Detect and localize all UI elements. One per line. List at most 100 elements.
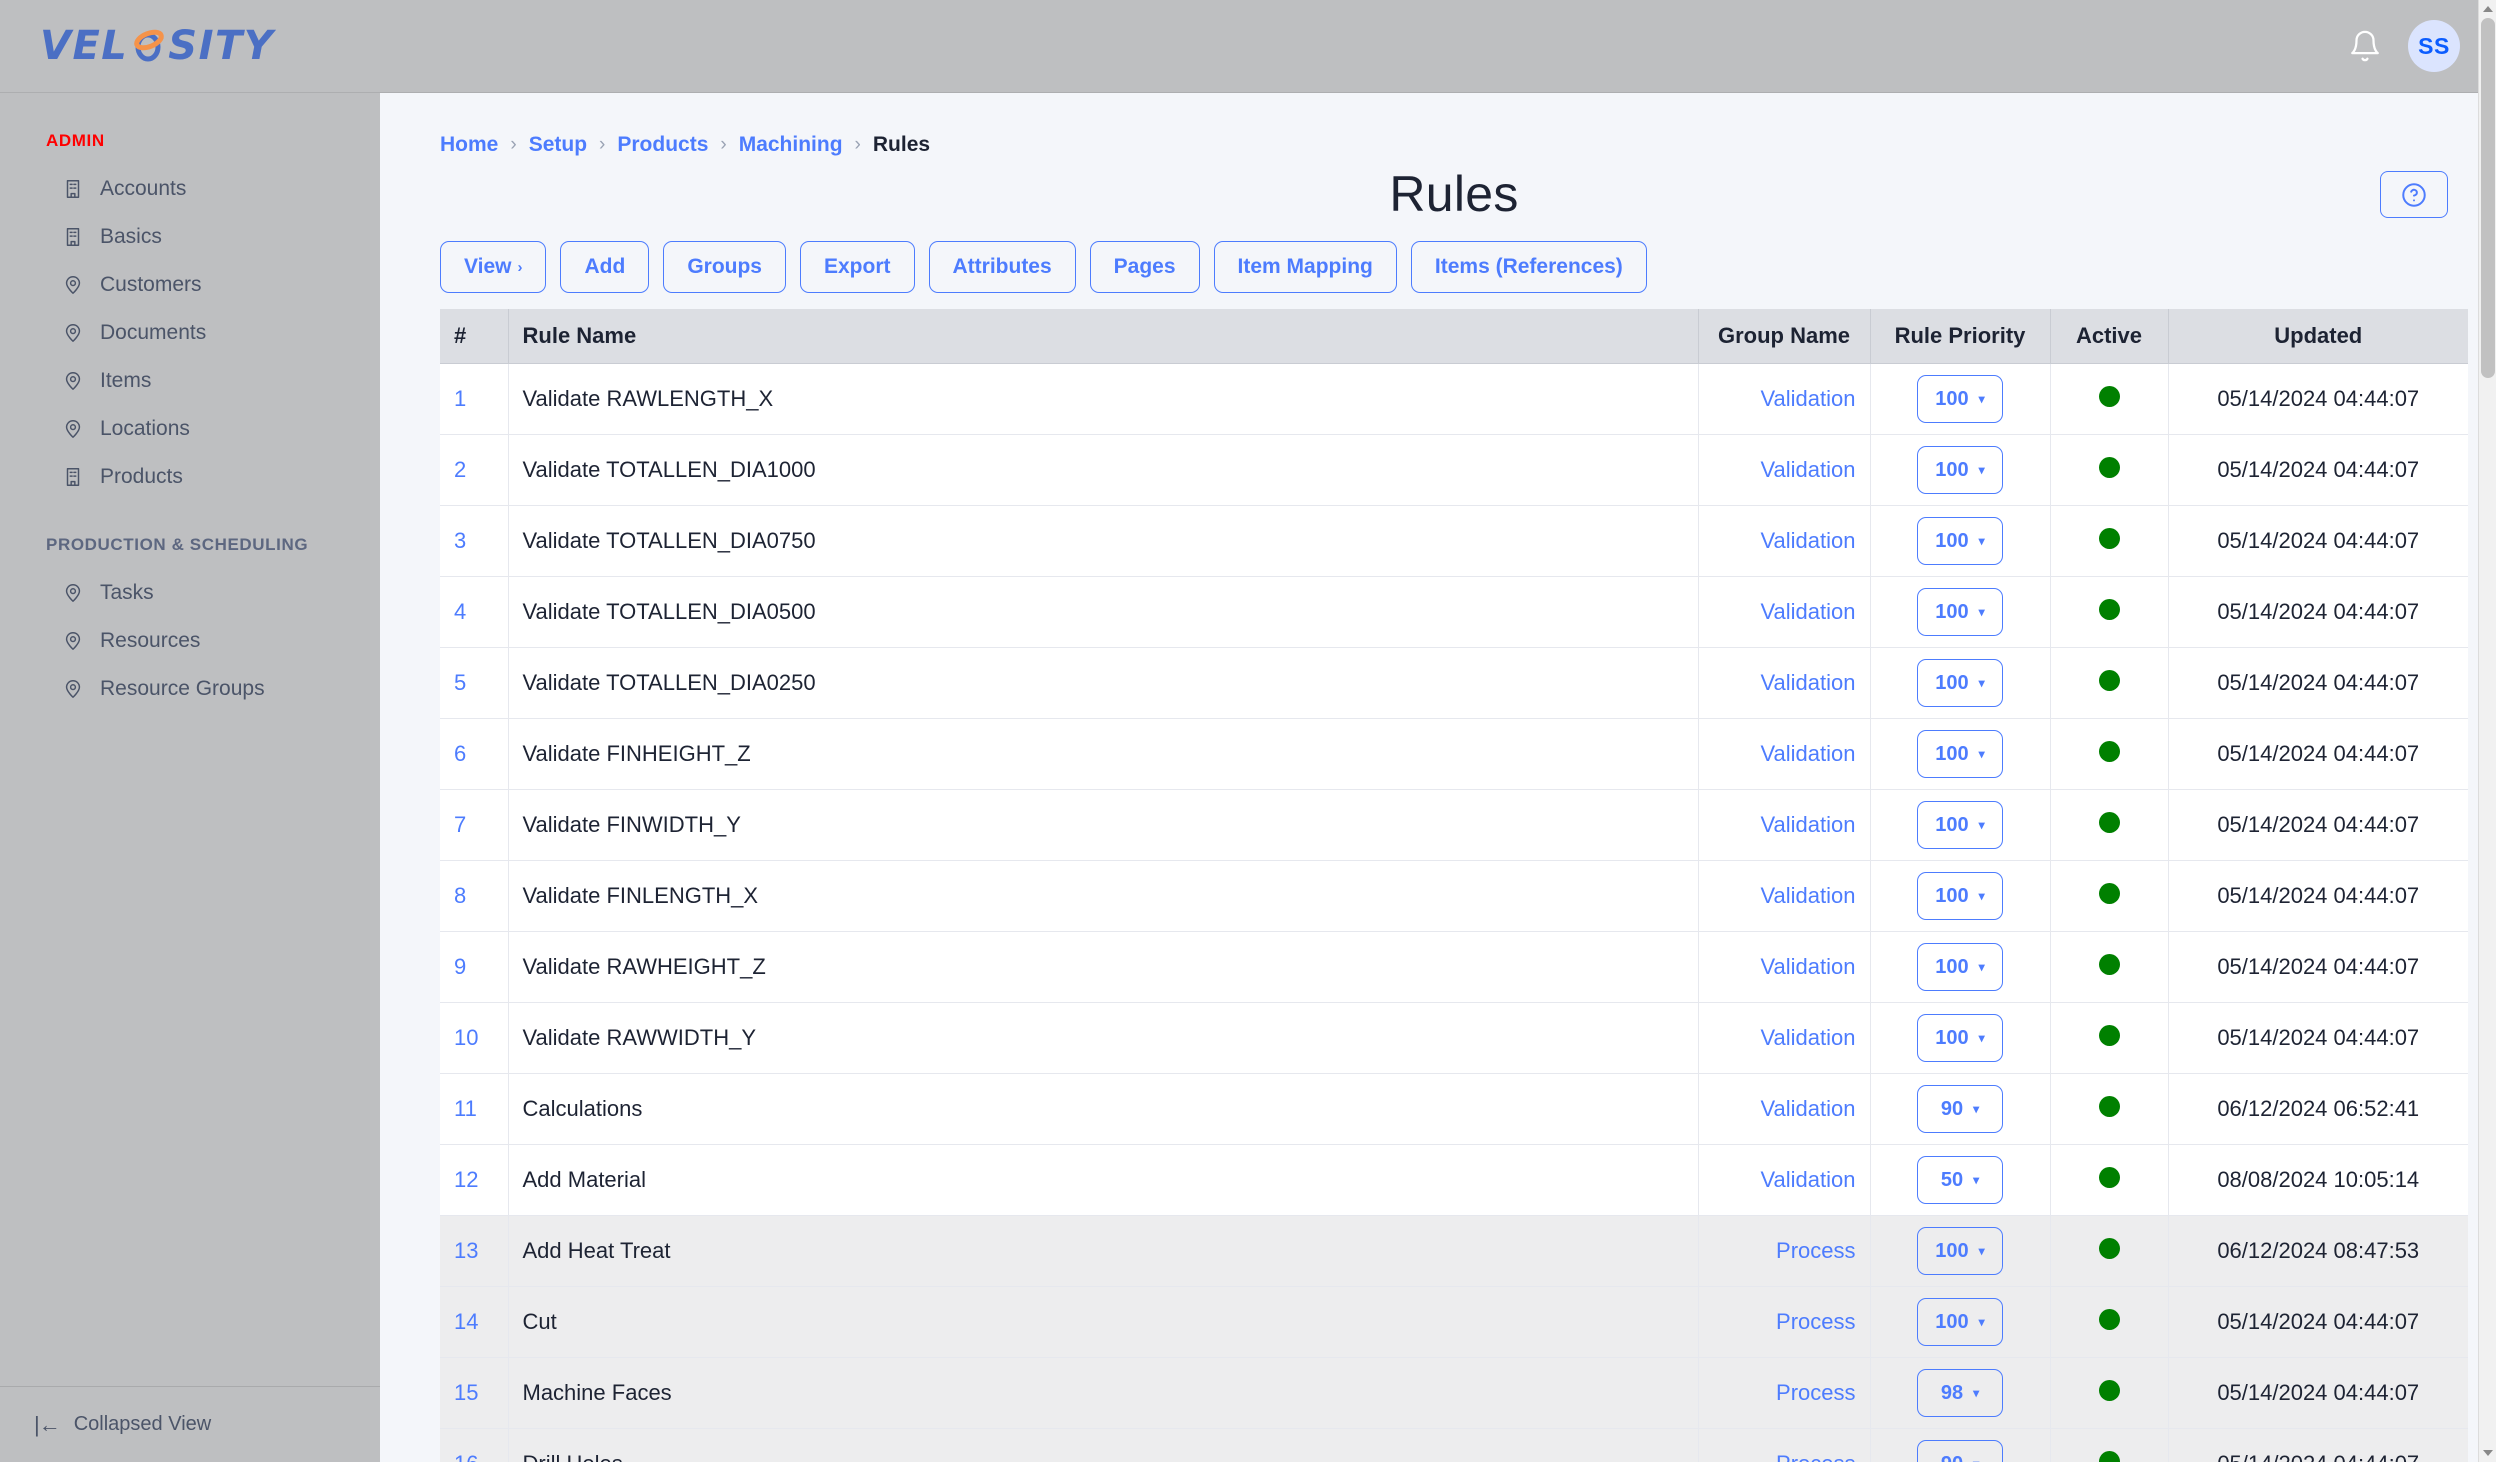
sidebar-item-customers[interactable]: Customers (0, 261, 380, 309)
rule-priority-dropdown[interactable]: 100 ▾ (1917, 588, 2003, 636)
row-number-link[interactable]: 7 (454, 812, 466, 837)
table-row[interactable]: 6 Validate FINHEIGHT_Z Validation 100 ▾ 05/14… (440, 718, 2468, 790)
rule-priority-dropdown[interactable]: 90 ▾ (1917, 1440, 2003, 1462)
active-status-dot[interactable] (2098, 669, 2120, 691)
rule-priority-dropdown[interactable]: 100 ▾ (1917, 446, 2003, 494)
table-row[interactable]: 2 Validate TOTALLEN_DIA1000 Validation 100 ▾… (440, 434, 2468, 506)
active-status-dot[interactable] (2098, 1024, 2120, 1046)
column-header-rule-priority[interactable]: Rule Priority (1870, 309, 2051, 364)
group-name-link[interactable]: Validation (1713, 457, 1856, 483)
sidebar-item-basics[interactable]: Basics (0, 213, 380, 261)
row-number-link[interactable]: 1 (454, 386, 466, 411)
group-name-link[interactable]: Process (1713, 1238, 1855, 1264)
scroll-down-arrow-icon[interactable] (2479, 1444, 2496, 1462)
active-status-dot[interactable] (2098, 1450, 2120, 1462)
table-row[interactable]: 5 Validate TOTALLEN_DIA0250 Validation 100 ▾… (440, 647, 2468, 719)
table-row[interactable]: 1 Validate RAWLENGTH_X Validation 100 ▾ 05/14… (440, 363, 2468, 435)
row-number-link[interactable]: 16 (454, 1451, 478, 1462)
active-status-dot[interactable] (2098, 1379, 2120, 1401)
row-number-link[interactable]: 4 (454, 599, 466, 624)
table-row[interactable]: 11 Calculations Validation 90 ▾ 06/12/2024 06… (440, 1073, 2468, 1145)
velosity-logo[interactable]: VEL SITY (40, 23, 274, 69)
group-name-link[interactable]: Validation (1713, 599, 1856, 625)
active-status-dot[interactable] (2098, 1166, 2120, 1188)
column-header-group-name[interactable]: Group Name (1698, 309, 1871, 364)
items-references-button[interactable]: Items (References) (1410, 241, 1647, 293)
table-row[interactable]: 3 Validate TOTALLEN_DIA0750 Validation 100 ▾… (440, 505, 2468, 577)
rule-priority-dropdown[interactable]: 100 ▾ (1917, 801, 2003, 849)
pages-button[interactable]: Pages (1089, 241, 1200, 293)
active-status-dot[interactable] (2098, 1237, 2120, 1259)
attributes-button[interactable]: Attributes (928, 241, 1076, 293)
row-number-link[interactable]: 5 (454, 670, 466, 695)
breadcrumb-item-setup[interactable]: Setup (529, 133, 587, 157)
table-row[interactable]: 9 Validate RAWHEIGHT_Z Validation 100 ▾ 05/14… (440, 931, 2468, 1003)
view-button[interactable]: View › (440, 241, 547, 293)
sidebar-item-documents[interactable]: Documents (0, 309, 380, 357)
breadcrumb-item-products[interactable]: Products (617, 133, 708, 157)
active-status-dot[interactable] (2098, 527, 2120, 549)
row-number-link[interactable]: 10 (454, 1025, 478, 1050)
rule-priority-dropdown[interactable]: 100 ▾ (1917, 730, 2003, 778)
sidebar-item-items[interactable]: Items (0, 357, 380, 405)
add-button[interactable]: Add (560, 241, 650, 293)
group-name-link[interactable]: Validation (1713, 954, 1856, 980)
table-row[interactable]: 10 Validate RAWWIDTH_Y Validation 100 ▾ 05/14… (440, 1002, 2468, 1074)
rule-priority-dropdown[interactable]: 100 ▾ (1917, 1227, 2003, 1275)
sidebar-item-products[interactable]: Products (0, 453, 380, 501)
row-number-link[interactable]: 13 (454, 1238, 478, 1263)
groups-button[interactable]: Groups (663, 241, 786, 293)
group-name-link[interactable]: Process (1713, 1380, 1855, 1406)
group-name-link[interactable]: Validation (1713, 528, 1856, 554)
group-name-link[interactable]: Validation (1713, 670, 1856, 696)
collapsed-view-toggle[interactable]: |← Collapsed View (0, 1386, 380, 1462)
item-mapping-button[interactable]: Item Mapping (1213, 241, 1397, 293)
group-name-link[interactable]: Process (1713, 1309, 1855, 1335)
group-name-link[interactable]: Validation (1713, 1096, 1856, 1122)
row-number-link[interactable]: 9 (454, 954, 466, 979)
rule-priority-dropdown[interactable]: 100 ▾ (1917, 872, 2003, 920)
avatar[interactable]: SS (2408, 20, 2460, 72)
row-number-link[interactable]: 14 (454, 1309, 478, 1334)
row-number-link[interactable]: 11 (454, 1096, 477, 1121)
column-header-number[interactable]: # (440, 309, 509, 364)
table-row[interactable]: 16 Drill Holes Process 90 ▾ 05/14/2024 04:44:… (440, 1428, 2468, 1462)
active-status-dot[interactable] (2098, 598, 2120, 620)
table-row[interactable]: 12 Add Material Validation 50 ▾ 08/08/2024 10… (440, 1144, 2468, 1216)
table-row[interactable]: 7 Validate FINWIDTH_Y Validation 100 ▾ 05/14/… (440, 789, 2468, 861)
row-number-link[interactable]: 12 (454, 1167, 478, 1192)
breadcrumb-item-machining[interactable]: Machining (739, 133, 843, 157)
column-header-updated[interactable]: Updated (2168, 309, 2468, 364)
active-status-dot[interactable] (2098, 385, 2120, 407)
rule-priority-dropdown[interactable]: 100 ▾ (1917, 943, 2003, 991)
rule-priority-dropdown[interactable]: 90 ▾ (1917, 1085, 2003, 1133)
row-number-link[interactable]: 8 (454, 883, 466, 908)
scrollbar-thumb[interactable] (2481, 18, 2495, 378)
scroll-up-arrow-icon[interactable] (2479, 0, 2496, 18)
rule-priority-dropdown[interactable]: 100 ▾ (1917, 375, 2003, 423)
active-status-dot[interactable] (2098, 1095, 2120, 1117)
rule-priority-dropdown[interactable]: 100 ▾ (1917, 517, 2003, 565)
vertical-scrollbar[interactable] (2478, 0, 2496, 1462)
sidebar-item-accounts[interactable]: Accounts (0, 165, 380, 213)
table-row[interactable]: 8 Validate FINLENGTH_X Validation 100 ▾ 05/14… (440, 860, 2468, 932)
row-number-link[interactable]: 3 (454, 528, 466, 553)
rule-priority-dropdown[interactable]: 98 ▾ (1917, 1369, 2003, 1417)
table-row[interactable]: 13 Add Heat Treat Process 100 ▾ 06/12/2024 08… (440, 1215, 2468, 1287)
rule-priority-dropdown[interactable]: 100 ▾ (1917, 1014, 2003, 1062)
sidebar-item-locations[interactable]: Locations (0, 405, 380, 453)
column-header-rule-name[interactable]: Rule Name (508, 309, 1699, 364)
active-status-dot[interactable] (2098, 882, 2120, 904)
sidebar-item-resources[interactable]: Resources (0, 617, 380, 665)
rule-priority-dropdown[interactable]: 50 ▾ (1917, 1156, 2003, 1204)
rule-priority-dropdown[interactable]: 100 ▾ (1917, 1298, 2003, 1346)
rule-priority-dropdown[interactable]: 100 ▾ (1917, 659, 2003, 707)
sidebar-item-resource-groups[interactable]: Resource Groups (0, 665, 380, 713)
active-status-dot[interactable] (2098, 456, 2120, 478)
group-name-link[interactable]: Process (1713, 1451, 1855, 1462)
column-header-active[interactable]: Active (2050, 309, 2169, 364)
table-row[interactable]: 4 Validate TOTALLEN_DIA0500 Validation 100 ▾… (440, 576, 2468, 648)
row-number-link[interactable]: 15 (454, 1380, 478, 1405)
group-name-link[interactable]: Validation (1713, 812, 1856, 838)
group-name-link[interactable]: Validation (1713, 1025, 1856, 1051)
